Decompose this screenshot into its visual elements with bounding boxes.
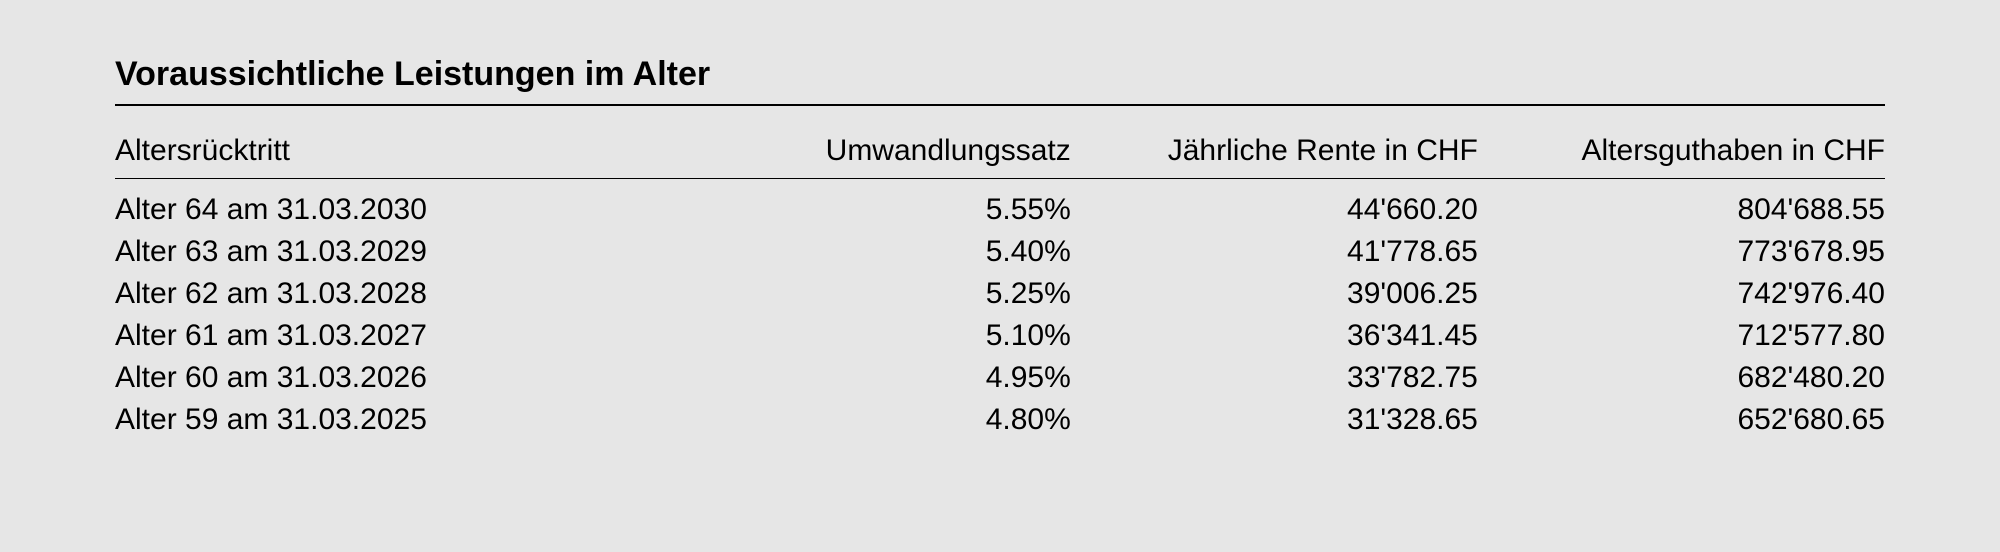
cell-retirement-assets: 712'577.80	[1478, 315, 1885, 357]
cell-annual-pension: 39'006.25	[1071, 273, 1478, 315]
cell-retirement: Alter 59 am 31.03.2025	[115, 399, 681, 441]
header-retirement-assets: Altersguthaben in CHF	[1478, 134, 1885, 179]
cell-retirement-assets: 804'688.55	[1478, 179, 1885, 232]
table-row: Alter 63 am 31.03.2029 5.40% 41'778.65 7…	[115, 231, 1885, 273]
cell-annual-pension: 44'660.20	[1071, 179, 1478, 232]
cell-retirement: Alter 60 am 31.03.2026	[115, 357, 681, 399]
table-row: Alter 60 am 31.03.2026 4.95% 33'782.75 6…	[115, 357, 1885, 399]
cell-annual-pension: 33'782.75	[1071, 357, 1478, 399]
header-annual-pension: Jährliche Rente in CHF	[1071, 134, 1478, 179]
cell-conversion-rate: 5.10%	[681, 315, 1070, 357]
cell-annual-pension: 31'328.65	[1071, 399, 1478, 441]
cell-conversion-rate: 5.25%	[681, 273, 1070, 315]
table-row: Alter 64 am 31.03.2030 5.55% 44'660.20 8…	[115, 179, 1885, 232]
cell-conversion-rate: 4.80%	[681, 399, 1070, 441]
cell-retirement: Alter 63 am 31.03.2029	[115, 231, 681, 273]
table-row: Alter 62 am 31.03.2028 5.25% 39'006.25 7…	[115, 273, 1885, 315]
cell-retirement-assets: 773'678.95	[1478, 231, 1885, 273]
cell-retirement: Alter 61 am 31.03.2027	[115, 315, 681, 357]
section-title: Voraussichtliche Leistungen im Alter	[115, 55, 1885, 106]
header-retirement: Altersrücktritt	[115, 134, 681, 179]
document-section: Voraussichtliche Leistungen im Alter Alt…	[115, 55, 1885, 441]
benefits-table: Altersrücktritt Umwandlungssatz Jährlich…	[115, 134, 1885, 441]
cell-conversion-rate: 5.55%	[681, 179, 1070, 232]
cell-retirement-assets: 682'480.20	[1478, 357, 1885, 399]
cell-retirement-assets: 742'976.40	[1478, 273, 1885, 315]
cell-annual-pension: 36'341.45	[1071, 315, 1478, 357]
table-row: Alter 59 am 31.03.2025 4.80% 31'328.65 6…	[115, 399, 1885, 441]
cell-conversion-rate: 5.40%	[681, 231, 1070, 273]
cell-retirement: Alter 62 am 31.03.2028	[115, 273, 681, 315]
cell-retirement: Alter 64 am 31.03.2030	[115, 179, 681, 232]
table-header-row: Altersrücktritt Umwandlungssatz Jährlich…	[115, 134, 1885, 179]
table-row: Alter 61 am 31.03.2027 5.10% 36'341.45 7…	[115, 315, 1885, 357]
cell-annual-pension: 41'778.65	[1071, 231, 1478, 273]
cell-retirement-assets: 652'680.65	[1478, 399, 1885, 441]
header-conversion-rate: Umwandlungssatz	[681, 134, 1070, 179]
cell-conversion-rate: 4.95%	[681, 357, 1070, 399]
